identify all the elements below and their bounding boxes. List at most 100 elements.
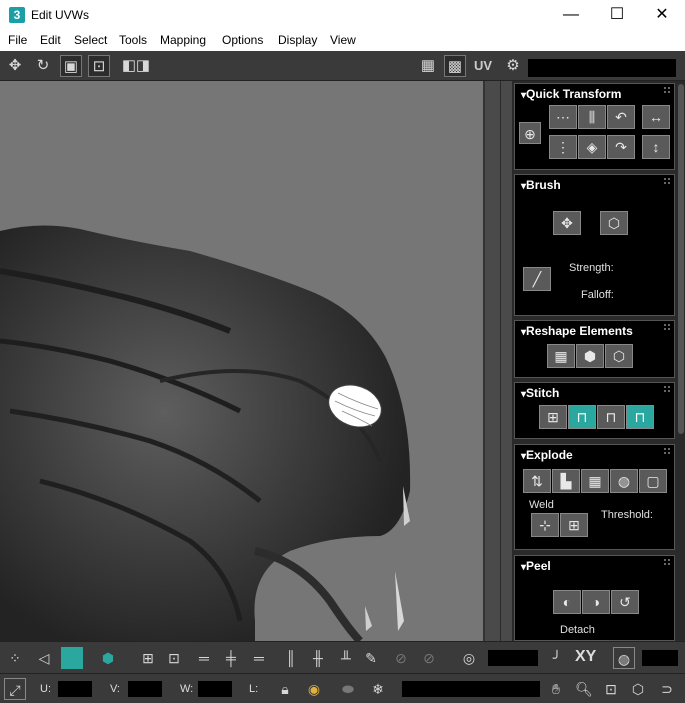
ring-icon[interactable]: ═ [248,647,270,669]
brush-title[interactable]: Brush [521,178,561,192]
explode-material-icon[interactable]: ▢ [639,469,667,493]
stitch-title[interactable]: Stitch [521,386,559,400]
reshape-title[interactable]: Reshape Elements [521,324,633,338]
move-icon[interactable]: ✥ [4,55,26,77]
menu-file[interactable]: File [8,33,27,47]
maximize-button[interactable]: ☐ [594,0,640,30]
explode-smoothing-icon[interactable]: ◍ [610,469,638,493]
viewport-divider[interactable] [483,81,512,641]
quick-peel-icon[interactable]: ◐ [553,590,581,614]
straighten-icon[interactable]: ▦ [547,344,575,368]
paint-shrink-icon[interactable]: ⊘ [418,647,440,669]
rotate-cw-icon[interactable]: ↷ [607,135,635,159]
texture-dropdown[interactable] [528,59,676,77]
scale-icon[interactable]: ▣ [60,55,82,77]
rollout-grip-icon[interactable] [664,448,670,454]
ring-shrink-icon[interactable]: ╨ [335,647,357,669]
menu-tools[interactable]: Tools [119,33,147,47]
align-left-icon[interactable]: ⋮ [549,135,577,159]
menu-display[interactable]: Display [278,33,317,47]
ring-select-icon[interactable]: ║ [280,647,302,669]
relax-icon[interactable]: ⬢ [576,344,604,368]
select-element-icon[interactable]: ⬢ [97,647,119,669]
soft-selection-icon[interactable]: ◎ [458,647,480,669]
uv-label[interactable]: UV [474,58,492,73]
freeform-icon[interactable]: ⊡ [88,55,110,77]
peel-mode-icon[interactable]: ◑ [582,590,610,614]
menu-select[interactable]: Select [74,33,107,47]
stitch-target-icon[interactable]: ⊓ [626,405,654,429]
align-icon[interactable]: ⊕ [519,122,541,144]
minimize-button[interactable]: — [548,0,594,30]
explode-elements-icon[interactable]: ▦ [581,469,609,493]
menu-edit[interactable]: Edit [40,33,61,47]
explode-title[interactable]: Explode [521,448,573,462]
zoom-extents-icon[interactable]: ⬡ [627,678,649,700]
menu-mapping[interactable]: Mapping [160,33,206,47]
stitch-custom-icon[interactable]: ⊞ [539,405,567,429]
align-vertical-icon[interactable]: ⫼ [578,105,606,129]
weld-selected-icon[interactable]: ⊹ [531,513,559,537]
shrink-selection-icon[interactable]: ⊡ [163,647,185,669]
menu-view[interactable]: View [330,33,356,47]
xy-label[interactable]: XY [575,648,596,666]
space-vertical-icon[interactable]: ↕ [642,135,670,159]
paint-select-icon[interactable]: ✎ [360,647,382,669]
pan-hand-icon[interactable]: ✋︎ [545,678,567,700]
hide-icon[interactable]: ⬬ [337,678,359,700]
rotate-ccw-icon[interactable]: ↶ [607,105,635,129]
snap-icon[interactable]: ⊃ [656,678,678,700]
grow-selection-icon[interactable]: ⊞ [137,647,159,669]
flip-icon[interactable]: ◨ [132,55,154,77]
peel-title[interactable]: Peel [521,559,551,573]
falloff-curve-icon[interactable]: ╱ [523,267,551,291]
freeze-icon[interactable]: ❄ [367,678,389,700]
rollout-grip-icon[interactable] [664,559,670,565]
stitch-average-icon[interactable]: ⊓ [597,405,625,429]
menu-options[interactable]: Options [222,33,263,47]
select-vertex-icon[interactable]: ⁘ [4,647,26,669]
w-field[interactable] [198,681,232,697]
align-horizontal-icon[interactable]: ⋯ [549,105,577,129]
zoom-region-icon[interactable]: ⊡ [600,678,622,700]
zoom-icon[interactable]: 🔍︎ [573,678,595,700]
visibility-eye-icon[interactable]: ◉ [303,678,325,700]
spin-field[interactable] [642,650,678,666]
select-face-icon[interactable] [61,647,83,669]
scrollbar-thumb[interactable] [678,84,684,434]
checker-icon[interactable]: ▦ [417,55,439,77]
v-field[interactable] [128,681,162,697]
lock-icon[interactable]: 🔒︎ [274,678,296,700]
relax-settings-icon[interactable]: ⬡ [605,344,633,368]
rollout-grip-icon[interactable] [664,178,670,184]
rollout-grip-icon[interactable] [664,386,670,392]
loop-grow-icon[interactable]: ╪ [220,647,242,669]
absolute-offset-icon[interactable]: ⤢ [4,678,26,700]
uv-viewport[interactable] [0,81,483,641]
spacing-icon[interactable]: ◈ [578,135,606,159]
checker-map-icon[interactable]: ▩ [444,55,466,77]
falloff-type-icon[interactable]: ╯ [546,647,568,669]
select-edge-icon[interactable]: ◁ [33,647,55,669]
rollout-grip-icon[interactable] [664,324,670,330]
close-button[interactable]: ✕ [639,0,685,30]
texture-settings-icon[interactable]: ⚙ [502,55,524,77]
falloff-field[interactable] [488,650,538,666]
filter-dropdown[interactable] [402,681,540,697]
loop-icon[interactable]: ═ [193,647,215,669]
rollout-grip-icon[interactable] [664,87,670,93]
paint-move-icon[interactable]: ✥ [553,211,581,235]
u-field[interactable] [58,681,92,697]
reset-peel-icon[interactable]: ↺ [611,590,639,614]
ring-grow-icon[interactable]: ╫ [307,647,329,669]
rotate-icon[interactable]: ↻ [32,55,54,77]
flatten-icon[interactable]: ▙ [552,469,580,493]
quick-transform-title[interactable]: Quick Transform [521,87,621,101]
weld-target-icon[interactable]: ⊞ [560,513,588,537]
paint-grow-icon[interactable]: ⊘ [390,647,412,669]
break-icon[interactable]: ⇅ [523,469,551,493]
stitch-source-icon[interactable]: ⊓ [568,405,596,429]
relax-brush-icon[interactable]: ⬡ [600,211,628,235]
space-horizontal-icon[interactable]: ↔ [642,105,670,129]
world-icon[interactable]: ◍ [613,647,635,669]
